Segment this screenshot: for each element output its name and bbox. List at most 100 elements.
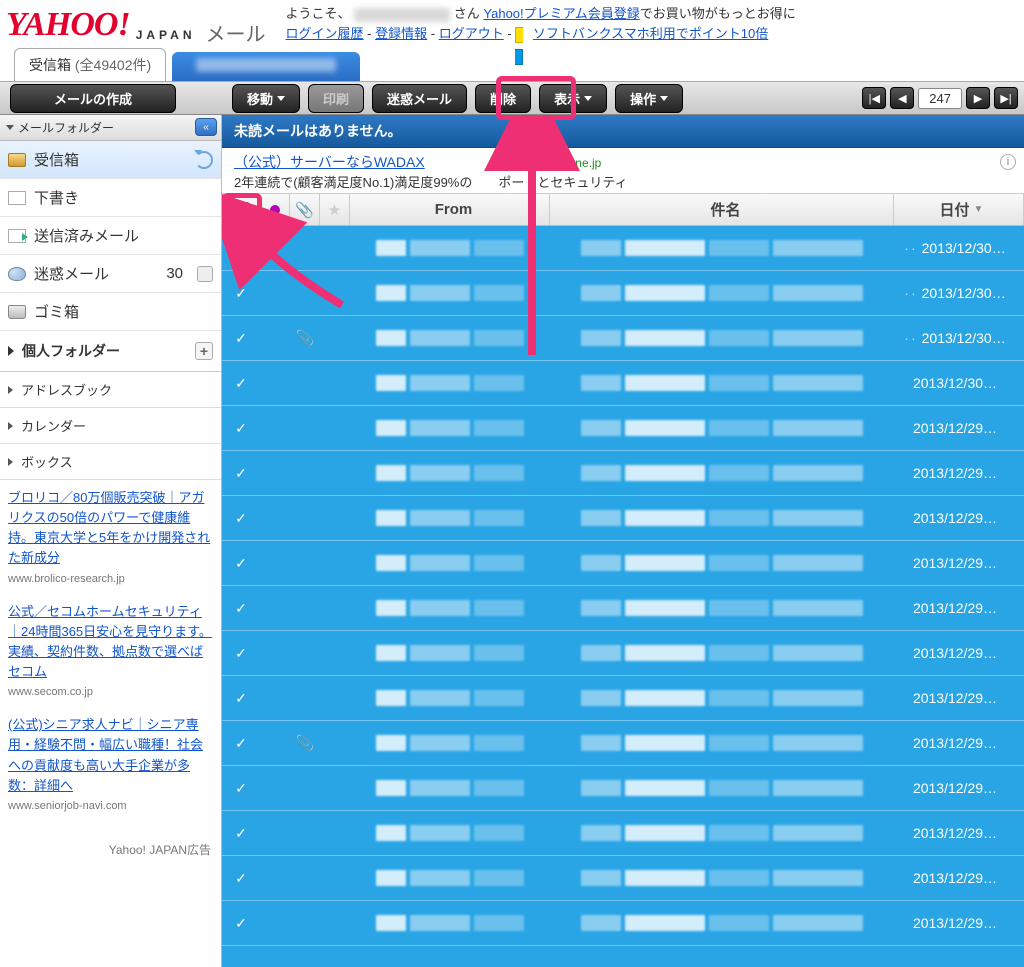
check-icon[interactable]: ✓ (235, 825, 247, 842)
action-button[interactable]: 操作 (615, 84, 683, 113)
col-attachment[interactable]: 📎 (290, 194, 320, 225)
check-icon[interactable]: ✓ (235, 285, 247, 302)
tab-inbox[interactable]: 受信箱 (全49402件) (14, 48, 166, 81)
tab-secondary[interactable] (172, 52, 360, 81)
logout-link[interactable]: ログアウト (439, 26, 504, 41)
mail-row[interactable]: ✓2013/12/29… (222, 856, 1024, 901)
mail-row[interactable]: ✓ 2013/12/29… (222, 496, 1024, 541)
row-flag-cell (260, 811, 290, 855)
personal-folders-header[interactable]: 個人フォルダー + (0, 331, 221, 372)
check-icon[interactable]: ✓ (235, 465, 247, 482)
logo[interactable]: YAHOO! JAPAN メール (6, 2, 266, 47)
col-subject[interactable]: 件名 (550, 194, 894, 225)
add-folder-button[interactable]: + (195, 342, 213, 360)
folder-trash[interactable]: ゴミ箱 (0, 293, 221, 331)
sidebar-calendar[interactable]: カレンダー (0, 408, 221, 444)
premium-suffix: でお買い物がもっとお得に (640, 6, 796, 21)
pager-next-button[interactable]: ▶ (966, 87, 990, 109)
row-date: 2013/12/29… (913, 510, 997, 526)
mail-row[interactable]: ✓2013/12/29… (222, 631, 1024, 676)
row-flag-cell (260, 316, 290, 360)
inline-ad-title[interactable]: （公式）サーバーならWADAX (234, 154, 425, 170)
row-flag-cell (260, 496, 290, 540)
spam-button[interactable]: 迷惑メール (372, 84, 467, 113)
mail-row[interactable]: ✓2013/12/29… (222, 811, 1024, 856)
row-from-cell (350, 541, 550, 585)
mail-row[interactable]: ✓ 2013/12/30… (222, 361, 1024, 406)
sidebar-ad-link[interactable]: (公式)シニア求人ナビ｜シニア専用・経験不問・幅広い職種！社会への貢献度も高い大… (8, 717, 203, 792)
mail-row[interactable]: ✓📎··2013/12/30… (222, 316, 1024, 361)
empty-spam-button[interactable] (197, 266, 213, 282)
check-icon[interactable]: ✓ (235, 555, 247, 572)
delete-button[interactable]: 削除 (475, 84, 531, 113)
folder-sent[interactable]: 送信済みメール (0, 217, 221, 255)
folder-inbox[interactable]: 受信箱 (0, 141, 221, 179)
check-icon[interactable]: ✓ (235, 645, 247, 662)
pager-last-button[interactable]: ▶| (994, 87, 1018, 109)
print-button[interactable]: 印刷 (308, 84, 364, 113)
move-button[interactable]: 移動 (232, 84, 300, 113)
refresh-icon[interactable] (195, 151, 213, 169)
mail-row[interactable]: ✓··2013/12/30… (222, 271, 1024, 316)
row-star-cell (320, 271, 350, 315)
row-subject-cell (550, 451, 894, 495)
reg-info-link[interactable]: 登録情報 (375, 26, 427, 41)
col-from[interactable]: From (350, 194, 550, 225)
check-icon[interactable]: ✓ (235, 240, 247, 257)
row-subject-cell (550, 631, 894, 675)
row-checkbox-cell: ✓ (222, 496, 260, 540)
mail-row[interactable]: ✓2013/12/29… (222, 586, 1024, 631)
sidebar-folders-header[interactable]: メールフォルダー « (0, 115, 221, 141)
sidebar-box-label: ボックス (21, 452, 73, 471)
row-checkbox-cell: ✓ (222, 226, 260, 270)
check-icon[interactable]: ✓ (235, 915, 247, 932)
mail-row[interactable]: ✓2013/12/29… (222, 406, 1024, 451)
sidebar-addressbook[interactable]: アドレスブック (0, 372, 221, 408)
compose-button[interactable]: メールの作成 (10, 84, 176, 113)
mail-row[interactable]: ✓2013/12/29… (222, 676, 1024, 721)
mail-row[interactable]: ✓2013/12/29… (222, 451, 1024, 496)
pager-page-number[interactable]: 247 (918, 88, 962, 109)
sidebar-box[interactable]: ボックス (0, 444, 221, 480)
check-icon[interactable]: ✓ (235, 600, 247, 617)
view-button[interactable]: 表示 (539, 84, 607, 113)
spam-icon (8, 267, 26, 281)
check-icon[interactable]: ✓ (235, 375, 247, 392)
flag-dot-icon (270, 205, 280, 215)
mail-row[interactable]: ✓📎2013/12/29… (222, 721, 1024, 766)
pager-first-button[interactable]: |◀ (862, 87, 886, 109)
print-label: 印刷 (323, 89, 349, 108)
login-history-link[interactable]: ログイン履歴 (286, 26, 364, 41)
mail-row[interactable]: ✓2013/12/29… (222, 541, 1024, 586)
col-star[interactable]: ★ (320, 194, 350, 225)
pager-prev-button[interactable]: ◀ (890, 87, 914, 109)
col-flag[interactable] (260, 194, 290, 225)
check-icon[interactable]: ✓ (235, 735, 247, 752)
row-subject-cell (550, 316, 894, 360)
folder-spam[interactable]: 迷惑メール 30 (0, 255, 221, 293)
inline-ad-desc-b: ポートとセキュリティ (498, 175, 627, 190)
mail-row[interactable]: ✓2013/12/29… (222, 766, 1024, 811)
check-icon[interactable]: ✓ (235, 420, 247, 437)
close-ad-button[interactable]: i (1000, 154, 1016, 170)
sidebar-ads-footer[interactable]: Yahoo! JAPAN広告 (0, 837, 221, 862)
row-flag-cell (260, 271, 290, 315)
premium-link[interactable]: Yahoo!プレミアム会員登録 (483, 6, 639, 21)
check-icon[interactable]: ✓ (235, 690, 247, 707)
row-date-cell: 2013/12/30… (894, 361, 1024, 405)
collapse-sidebar-button[interactable]: « (195, 118, 217, 136)
folder-drafts[interactable]: 下書き (0, 179, 221, 217)
softbank-link[interactable]: ソフトバンクスマホ利用でポイント10倍 (533, 26, 768, 41)
sidebar-ad-link[interactable]: 公式／セコムホームセキュリティ｜24時間365日安心を見守ります。実績、契約件数… (8, 604, 212, 679)
select-all-checkbox[interactable] (233, 202, 249, 218)
col-date[interactable]: 日付▼ (894, 194, 1024, 225)
check-icon[interactable]: ✓ (235, 330, 247, 347)
mail-row[interactable]: ✓··2013/12/30… (222, 226, 1024, 271)
toolbar: メールの作成 移動 印刷 迷惑メール 削除 表示 操作 |◀ ◀ 247 ▶ ▶… (0, 81, 1024, 115)
check-icon[interactable]: ✓ (235, 510, 247, 527)
sidebar-ad-link[interactable]: ブロリコ／80万個販売突破｜アガリクスの50倍のパワーで健康維持。東京大学と5年… (8, 490, 210, 565)
mail-row[interactable]: ✓2013/12/29… (222, 901, 1024, 946)
draft-icon (8, 191, 26, 205)
check-icon[interactable]: ✓ (235, 870, 247, 887)
check-icon[interactable]: ✓ (235, 780, 247, 797)
